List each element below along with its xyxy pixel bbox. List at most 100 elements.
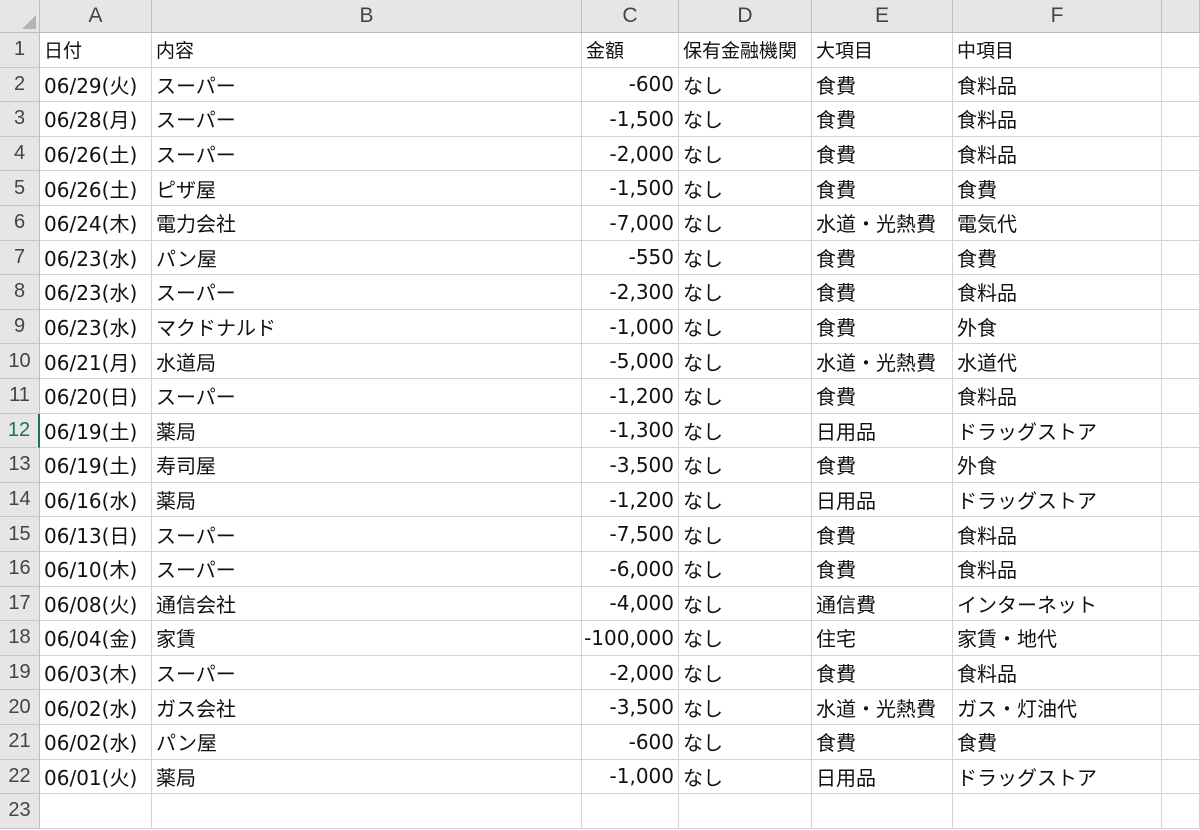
cell-e16[interactable]: 食費 bbox=[812, 552, 953, 587]
cell-c14[interactable]: -1,200 bbox=[582, 482, 679, 518]
cell-f22[interactable]: ドラッグストア bbox=[953, 759, 1162, 795]
cell-e3[interactable]: 食費 bbox=[812, 102, 953, 137]
cell-g9[interactable] bbox=[1162, 309, 1200, 345]
select-all-corner[interactable] bbox=[0, 0, 40, 33]
cell-e5[interactable]: 食費 bbox=[812, 171, 953, 206]
row-header-7[interactable]: 7 bbox=[0, 240, 40, 276]
spreadsheet-grid[interactable]: A B C D E F 1 日付 内容 金額 保有金融機関 大項目 中項目 2 06/29(火) スーパー -6… bbox=[0, 0, 1200, 830]
cell-e17[interactable]: 通信費 bbox=[812, 586, 953, 622]
cell-b15[interactable]: スーパー bbox=[152, 517, 582, 552]
row-header-14[interactable]: 14 bbox=[0, 482, 40, 518]
cell-d19[interactable]: なし bbox=[679, 655, 812, 691]
cell-a10[interactable]: 06/21(月) bbox=[40, 344, 152, 379]
cell-c5[interactable]: -1,500 bbox=[582, 171, 679, 206]
cell-f10[interactable]: 水道代 bbox=[953, 344, 1162, 379]
cell-g20[interactable] bbox=[1162, 690, 1200, 725]
cell-g1[interactable] bbox=[1162, 33, 1200, 68]
cell-d14[interactable]: なし bbox=[679, 482, 812, 518]
cell-c8[interactable]: -2,300 bbox=[582, 275, 679, 310]
cell-f5[interactable]: 食費 bbox=[953, 171, 1162, 206]
cell-f3[interactable]: 食料品 bbox=[953, 102, 1162, 137]
cell-e19[interactable]: 食費 bbox=[812, 655, 953, 691]
cell-b6[interactable]: 電力会社 bbox=[152, 206, 582, 241]
cell-e20[interactable]: 水道・光熱費 bbox=[812, 690, 953, 725]
cell-a11[interactable]: 06/20(日) bbox=[40, 379, 152, 414]
cell-a3[interactable]: 06/28(月) bbox=[40, 102, 152, 137]
row-header-4[interactable]: 4 bbox=[0, 136, 40, 172]
cell-g18[interactable] bbox=[1162, 621, 1200, 656]
cell-e12[interactable]: 日用品 bbox=[812, 413, 953, 449]
cell-d11[interactable]: なし bbox=[679, 379, 812, 414]
cell-c19[interactable]: -2,000 bbox=[582, 655, 679, 691]
cell-c13[interactable]: -3,500 bbox=[582, 448, 679, 483]
cell-f19[interactable]: 食料品 bbox=[953, 655, 1162, 691]
cell-f12[interactable]: ドラッグストア bbox=[953, 413, 1162, 449]
cell-b5[interactable]: ピザ屋 bbox=[152, 171, 582, 206]
row-header-22[interactable]: 22 bbox=[0, 759, 40, 795]
cell-c7[interactable]: -550 bbox=[582, 240, 679, 276]
cell-f8[interactable]: 食料品 bbox=[953, 275, 1162, 310]
cell-a8[interactable]: 06/23(水) bbox=[40, 275, 152, 310]
cell-f7[interactable]: 食費 bbox=[953, 240, 1162, 276]
row-header-8[interactable]: 8 bbox=[0, 275, 40, 310]
cell-a4[interactable]: 06/26(土) bbox=[40, 136, 152, 172]
cell-f21[interactable]: 食費 bbox=[953, 725, 1162, 760]
cell-a18[interactable]: 06/04(金) bbox=[40, 621, 152, 656]
cell-e10[interactable]: 水道・光熱費 bbox=[812, 344, 953, 379]
cell-b19[interactable]: スーパー bbox=[152, 655, 582, 691]
cell-c21[interactable]: -600 bbox=[582, 725, 679, 760]
cell-b9[interactable]: マクドナルド bbox=[152, 309, 582, 345]
cell-b4[interactable]: スーパー bbox=[152, 136, 582, 172]
cell-f2[interactable]: 食料品 bbox=[953, 67, 1162, 103]
cell-d4[interactable]: なし bbox=[679, 136, 812, 172]
row-header-5[interactable]: 5 bbox=[0, 171, 40, 206]
cell-f1[interactable]: 中項目 bbox=[953, 33, 1162, 68]
cell-d2[interactable]: なし bbox=[679, 67, 812, 103]
cell-f6[interactable]: 電気代 bbox=[953, 206, 1162, 241]
cell-b10[interactable]: 水道局 bbox=[152, 344, 582, 379]
cell-g17[interactable] bbox=[1162, 586, 1200, 622]
cell-f17[interactable]: インターネット bbox=[953, 586, 1162, 622]
cell-a20[interactable]: 06/02(水) bbox=[40, 690, 152, 725]
cell-e23[interactable] bbox=[812, 794, 953, 829]
cell-f16[interactable]: 食料品 bbox=[953, 552, 1162, 587]
cell-f15[interactable]: 食料品 bbox=[953, 517, 1162, 552]
cell-b12[interactable]: 薬局 bbox=[152, 413, 582, 449]
cell-b1[interactable]: 内容 bbox=[152, 33, 582, 68]
cell-c2[interactable]: -600 bbox=[582, 67, 679, 103]
cell-d9[interactable]: なし bbox=[679, 309, 812, 345]
cell-c22[interactable]: -1,000 bbox=[582, 759, 679, 795]
cell-d10[interactable]: なし bbox=[679, 344, 812, 379]
row-header-23[interactable]: 23 bbox=[0, 794, 40, 829]
cell-a16[interactable]: 06/10(木) bbox=[40, 552, 152, 587]
cell-g13[interactable] bbox=[1162, 448, 1200, 483]
column-header-extra[interactable] bbox=[1162, 0, 1200, 33]
cell-b8[interactable]: スーパー bbox=[152, 275, 582, 310]
cell-b2[interactable]: スーパー bbox=[152, 67, 582, 103]
row-header-21[interactable]: 21 bbox=[0, 725, 40, 760]
cell-c11[interactable]: -1,200 bbox=[582, 379, 679, 414]
cell-b11[interactable]: スーパー bbox=[152, 379, 582, 414]
cell-g11[interactable] bbox=[1162, 379, 1200, 414]
cell-a6[interactable]: 06/24(木) bbox=[40, 206, 152, 241]
cell-c12[interactable]: -1,300 bbox=[582, 413, 679, 449]
row-header-18[interactable]: 18 bbox=[0, 621, 40, 656]
cell-a21[interactable]: 06/02(水) bbox=[40, 725, 152, 760]
cell-g3[interactable] bbox=[1162, 102, 1200, 137]
cell-a19[interactable]: 06/03(木) bbox=[40, 655, 152, 691]
column-header-a[interactable]: A bbox=[40, 0, 152, 33]
cell-c23[interactable] bbox=[582, 794, 679, 829]
cell-g22[interactable] bbox=[1162, 759, 1200, 795]
cell-f4[interactable]: 食料品 bbox=[953, 136, 1162, 172]
cell-c9[interactable]: -1,000 bbox=[582, 309, 679, 345]
row-header-19[interactable]: 19 bbox=[0, 655, 40, 691]
cell-d21[interactable]: なし bbox=[679, 725, 812, 760]
cell-a1[interactable]: 日付 bbox=[40, 33, 152, 68]
cell-b14[interactable]: 薬局 bbox=[152, 482, 582, 518]
cell-e21[interactable]: 食費 bbox=[812, 725, 953, 760]
cell-d8[interactable]: なし bbox=[679, 275, 812, 310]
row-header-20[interactable]: 20 bbox=[0, 690, 40, 725]
row-header-13[interactable]: 13 bbox=[0, 448, 40, 483]
cell-c16[interactable]: -6,000 bbox=[582, 552, 679, 587]
cell-d12[interactable]: なし bbox=[679, 413, 812, 449]
